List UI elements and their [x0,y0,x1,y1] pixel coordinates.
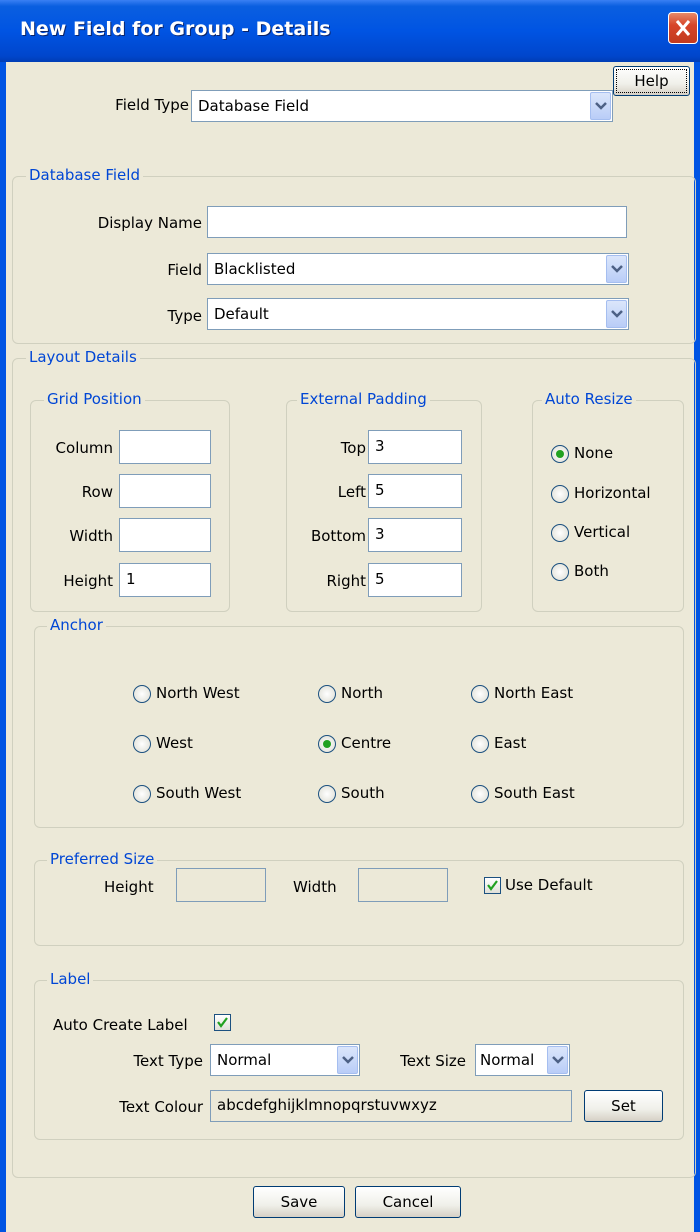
anchor-east-radio[interactable] [471,735,489,753]
external-padding-title: External Padding [297,390,430,408]
text-size-value: Normal [480,1051,535,1069]
preferred-size-title: Preferred Size [47,850,158,868]
field-type-select[interactable]: Database Field [191,90,613,122]
chevron-down-icon[interactable] [547,1046,568,1074]
anchor-south-west-label: South West [156,784,242,802]
help-button[interactable]: Help [613,66,690,96]
use-default-label: Use Default [505,876,593,894]
display-name-input[interactable] [207,206,627,238]
width-label: Width [69,527,113,545]
type-label: Type [167,307,202,325]
top-input[interactable]: 3 [368,430,462,464]
auto-resize-group [532,400,684,612]
set-colour-button-label: Set [611,1097,636,1115]
anchor-south-east-label: South East [494,784,575,802]
anchor-south-east-radio[interactable] [471,785,489,803]
anchor-centre-radio[interactable] [318,735,336,753]
anchor-north-east-label: North East [494,684,574,702]
row-input[interactable] [119,474,211,508]
dialog-body: Help Field Type Database Field Database … [6,62,696,1232]
chevron-down-icon[interactable] [606,300,627,328]
auto-resize-both-label: Both [574,562,609,580]
auto-resize-vertical-label: Vertical [574,523,631,541]
anchor-west-label: West [156,734,193,752]
layout-details-group-title: Layout Details [26,348,140,366]
close-button[interactable] [668,12,698,44]
top-label: Top [340,439,366,457]
auto-resize-both-radio[interactable] [551,563,569,581]
type-value: Default [214,305,269,323]
field-type-label: Field Type [115,96,189,114]
anchor-centre-label: Centre [341,734,392,752]
height-input[interactable]: 1 [119,563,211,597]
grid-position-title: Grid Position [44,390,145,408]
set-colour-button[interactable]: Set [584,1090,663,1122]
anchor-east-label: East [494,734,527,752]
auto-resize-title: Auto Resize [542,390,636,408]
auto-create-label-label: Auto Create Label [53,1016,188,1034]
anchor-south-west-radio[interactable] [133,785,151,803]
text-size-label: Text Size [400,1052,466,1070]
cancel-button-label: Cancel [382,1193,434,1211]
bottom-input[interactable]: 3 [368,518,462,552]
left-label: Left [337,483,366,501]
field-select[interactable]: Blacklisted [207,253,629,285]
preferred-width-input[interactable] [358,868,448,902]
anchor-north-west-label: North West [156,684,240,702]
auto-resize-horizontal-label: Horizontal [574,484,651,502]
preferred-width-label: Width [293,878,337,896]
anchor-north-west-radio[interactable] [133,685,151,703]
save-button[interactable]: Save [253,1186,345,1218]
field-label: Field [167,261,202,279]
chevron-down-icon[interactable] [590,92,611,120]
right-input[interactable]: 5 [368,563,462,597]
label-group-title: Label [47,970,94,988]
checkmark-icon [487,880,498,891]
type-select[interactable]: Default [207,298,629,330]
window-title: New Field for Group - Details [20,18,331,40]
anchor-south-radio[interactable] [318,785,336,803]
row-label: Row [81,483,113,501]
field-value: Blacklisted [214,260,296,278]
help-button-label: Help [634,72,669,90]
text-type-select[interactable]: Normal [210,1044,360,1076]
anchor-title: Anchor [47,616,106,634]
anchor-north-east-radio[interactable] [471,685,489,703]
anchor-north-label: North [341,684,383,702]
chevron-down-icon[interactable] [606,255,627,283]
right-label: Right [326,572,367,590]
anchor-south-label: South [341,784,385,802]
use-default-checkbox[interactable] [484,877,501,894]
left-input[interactable]: 5 [368,474,462,508]
anchor-west-radio[interactable] [133,735,151,753]
column-input[interactable] [119,430,211,464]
height-label: Height [63,572,113,590]
field-type-value: Database Field [198,97,309,115]
text-colour-input[interactable]: abcdefghijklmnopqrstuvwxyz [210,1090,572,1122]
save-button-label: Save [280,1193,318,1211]
checkmark-icon [217,1017,228,1028]
anchor-north-radio[interactable] [318,685,336,703]
preferred-height-label: Height [104,878,154,896]
auto-resize-vertical-radio[interactable] [551,524,569,542]
text-type-value: Normal [217,1051,272,1069]
display-name-label: Display Name [97,214,202,232]
preferred-height-input[interactable] [176,868,266,902]
bottom-label: Bottom [310,527,366,545]
column-label: Column [55,439,113,457]
auto-resize-none-radio[interactable] [551,445,569,463]
auto-resize-horizontal-radio[interactable] [551,485,569,503]
text-colour-label: Text Colour [119,1098,203,1116]
auto-create-label-checkbox[interactable] [214,1014,231,1031]
chevron-down-icon[interactable] [337,1046,358,1074]
close-icon [675,20,691,36]
text-size-select[interactable]: Normal [475,1044,570,1076]
cancel-button[interactable]: Cancel [355,1186,461,1218]
title-bar: New Field for Group - Details [0,0,700,62]
text-type-label: Text Type [133,1052,203,1070]
auto-resize-none-label: None [574,444,614,462]
database-field-group-title: Database Field [26,166,143,184]
width-input[interactable] [119,518,211,552]
